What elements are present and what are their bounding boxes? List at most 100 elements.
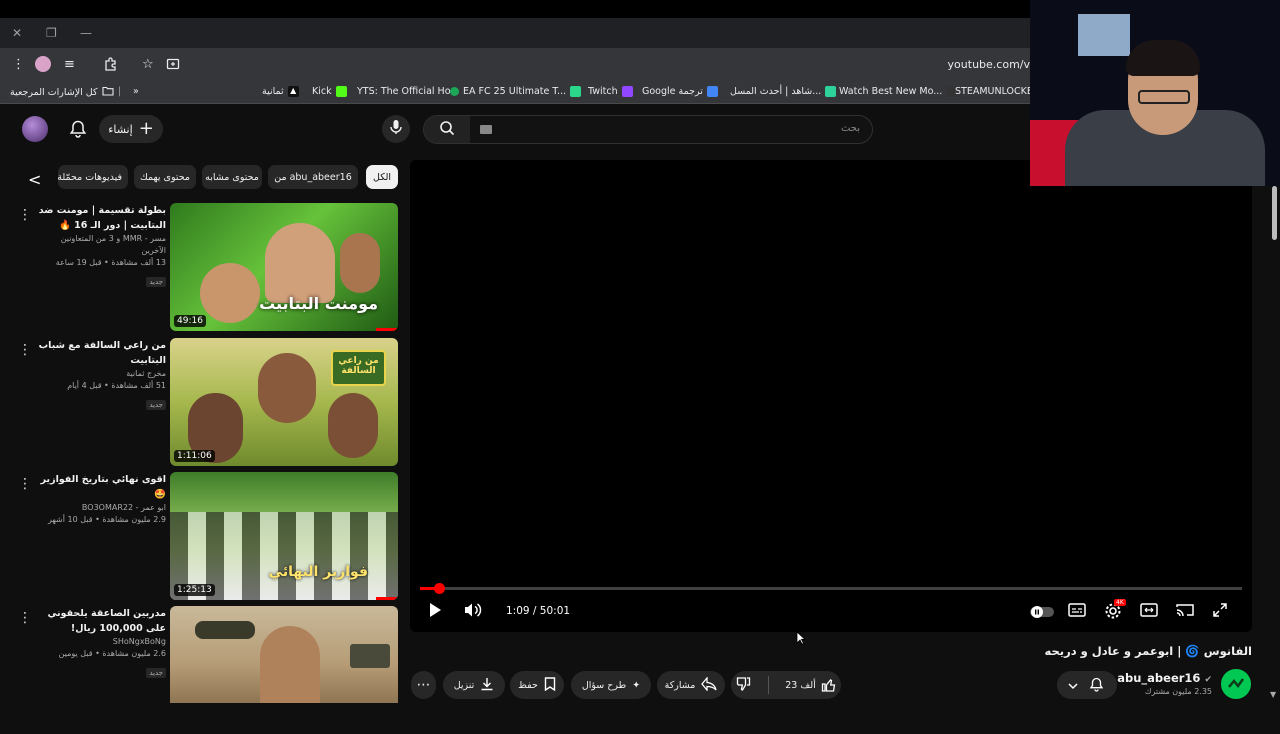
google-translate-favicon-icon	[706, 86, 718, 97]
like-button[interactable]: 23 ألف	[785, 678, 836, 693]
autoplay-toggle[interactable]	[1030, 604, 1054, 623]
time-display: 1:09 / 50:01	[506, 605, 571, 617]
channel-name[interactable]: ابو عمر - BO3OMAR22	[36, 502, 166, 514]
subtitles-icon[interactable]	[1068, 602, 1086, 621]
ask-button[interactable]: طرح سؤال ✦	[571, 671, 651, 699]
list-item[interactable]: ⋮ مدربين الصاعقة يلحقوني على 100,000 ريا…	[10, 606, 400, 734]
all-bookmarks-item[interactable]: كل الإشارات المرجعية	[10, 86, 114, 99]
dislike-button[interactable]	[736, 676, 751, 694]
channel-name[interactable]: مسر - MMR و 3 من المتعاونين الآخرين	[36, 233, 166, 257]
share-button[interactable]: مشاركة	[657, 671, 725, 699]
folder-icon	[101, 86, 114, 99]
bookmark-item[interactable]: YTS: The Official Ho...	[357, 86, 459, 97]
cast-icon[interactable]	[1176, 602, 1194, 621]
bookmark-item[interactable]: STEAMUNLOCKED	[955, 86, 1040, 97]
restore-window-icon[interactable]: ❐	[46, 26, 57, 40]
list-item[interactable]: ⋮ بطولة تقسيمة | مومنت ضد البتابيت | دور…	[10, 203, 400, 331]
video-stats: 2.6 مليون مشاهدة • قبل يومين	[58, 649, 166, 658]
channel-name[interactable]: مخرج ثمانية	[36, 368, 166, 380]
save-button[interactable]: حفظ	[510, 671, 564, 699]
bookmark-star-icon[interactable]: ☆	[142, 57, 154, 73]
theater-mode-icon[interactable]	[1140, 602, 1158, 621]
profile-avatar-icon[interactable]	[35, 56, 51, 72]
thumbs-up-icon	[821, 678, 836, 692]
bookmark-item[interactable]: Watch Best New Mo...	[839, 86, 958, 97]
settings-gear-icon[interactable]: 4K	[1104, 599, 1126, 624]
scroll-down-icon[interactable]: ▼	[1270, 690, 1276, 699]
search-input[interactable]: بحث	[841, 123, 860, 134]
progress-bar[interactable]	[420, 583, 1242, 594]
video-title-main: الفانوس 🌀 | ابوعمر و عادل و دريحه	[1044, 644, 1252, 658]
video-thumbnail[interactable]: فوازير النهائي 1:25:13	[170, 472, 398, 600]
create-label: إنشاء	[108, 122, 133, 136]
bookmark-item[interactable]: Twitch	[588, 86, 633, 97]
channel-name-main[interactable]: abu_abeer16 ✔	[1117, 671, 1212, 685]
minimize-window-icon[interactable]: —	[80, 26, 92, 40]
download-label: تنزيل	[453, 679, 475, 691]
bookmark-item[interactable]: Kick	[312, 86, 347, 97]
video-meta: بطولة تقسيمة | مومنت ضد البتابيت | دور ا…	[36, 203, 166, 288]
media-controls-icon[interactable]: ≡	[64, 57, 75, 73]
channel-logo[interactable]	[1221, 669, 1251, 699]
video-title[interactable]: من راعي السالفة مع شباب البتابيت	[36, 338, 166, 368]
bookmark-label: ثمانية	[262, 86, 284, 97]
bookmark-item[interactable]: EA FC 25 Ultimate T...	[450, 86, 582, 97]
notifications-bell-icon[interactable]	[68, 119, 88, 139]
address-bar-url[interactable]: youtube.com/v	[948, 58, 1030, 71]
list-item[interactable]: ⋮ من راعي السالفة مع شباب البتابيت مخرج …	[10, 338, 400, 466]
share-icon	[701, 675, 717, 694]
search-button[interactable]	[424, 116, 470, 143]
chip-for-you[interactable]: محتوى يهمك	[134, 165, 196, 189]
more-options-icon[interactable]: ⋮	[18, 207, 32, 223]
fullscreen-icon[interactable]	[1212, 602, 1228, 622]
more-options-icon[interactable]: ⋮	[18, 476, 32, 492]
create-button[interactable]: إنشاء +	[99, 115, 163, 143]
video-player[interactable]: 1:09 / 50:01 4K	[410, 160, 1252, 632]
video-title[interactable]: مدربين الصاعقة يلحقوني على 100,000 ريال!	[36, 606, 166, 636]
video-title[interactable]: بطولة تقسيمة | مومنت ضد البتابيت | دور ا…	[36, 203, 166, 233]
voice-search-button[interactable]	[382, 115, 410, 143]
volume-button[interactable]	[464, 602, 482, 622]
more-bookmarks-icon[interactable]: »	[133, 86, 139, 97]
video-thumbnail[interactable]: مومنت البتابيت 49:16	[170, 203, 398, 331]
search-box[interactable]: بحث	[423, 115, 873, 144]
video-title[interactable]: اقوى نهائي بتاريخ الفوازير 🤩	[36, 472, 166, 502]
microphone-icon	[389, 119, 403, 139]
thumbnail-helicopter	[195, 621, 255, 639]
keyboard-icon[interactable]	[480, 125, 492, 134]
chip-related[interactable]: محتوى مشابه	[202, 165, 262, 189]
install-app-icon[interactable]	[166, 57, 180, 76]
wall-poster	[1078, 14, 1130, 56]
chip-recently-uploaded[interactable]: فيديوهات محمّلة مؤخرًا	[58, 165, 128, 189]
video-thumbnail[interactable]	[170, 606, 398, 703]
bookmark-item[interactable]: ثمانية ▲	[262, 86, 299, 97]
more-options-icon[interactable]: ⋮	[18, 610, 32, 626]
all-bookmarks-label: كل الإشارات المرجعية	[10, 87, 98, 98]
save-label: حفظ	[518, 679, 538, 691]
play-button[interactable]	[428, 602, 442, 622]
play-icon	[428, 603, 442, 622]
person-hair	[1126, 40, 1200, 76]
chip-all[interactable]: الكل	[366, 165, 398, 189]
close-window-icon[interactable]: ✕	[12, 26, 22, 40]
download-button[interactable]: تنزيل	[443, 671, 505, 699]
account-avatar[interactable]	[22, 116, 48, 142]
channel-name[interactable]: SHoNgxBoNg	[36, 636, 166, 648]
new-badge: جديد	[146, 668, 166, 678]
more-options-icon[interactable]: ⋮	[18, 342, 32, 358]
video-thumbnail[interactable]: من راعي السالفة 1:11:06	[170, 338, 398, 466]
progress-scrubber[interactable]	[433, 583, 445, 594]
bell-icon	[1089, 677, 1104, 696]
browser-menu-icon[interactable]: ⋮	[12, 57, 25, 73]
subscription-notifications-button[interactable]	[1057, 671, 1117, 699]
more-actions-button[interactable]: ⋯	[411, 671, 436, 699]
bookmark-item[interactable]: شاهد | أحدث المسل...	[730, 86, 837, 97]
sparkle-icon: ✦	[632, 679, 641, 691]
video-meta: من راعي السالفة مع شباب البتابيت مخرج ثم…	[36, 338, 166, 411]
list-item[interactable]: ⋮ اقوى نهائي بتاريخ الفوازير 🤩 ابو عمر -…	[10, 472, 400, 600]
quality-4k-badge: 4K	[1114, 599, 1126, 606]
chip-from-channel[interactable]: من abu_abeer16	[268, 165, 358, 189]
extensions-icon[interactable]	[104, 57, 118, 76]
scrollbar-thumb[interactable]	[1272, 186, 1277, 240]
bookmark-item[interactable]: Google ترجمة	[642, 86, 718, 97]
